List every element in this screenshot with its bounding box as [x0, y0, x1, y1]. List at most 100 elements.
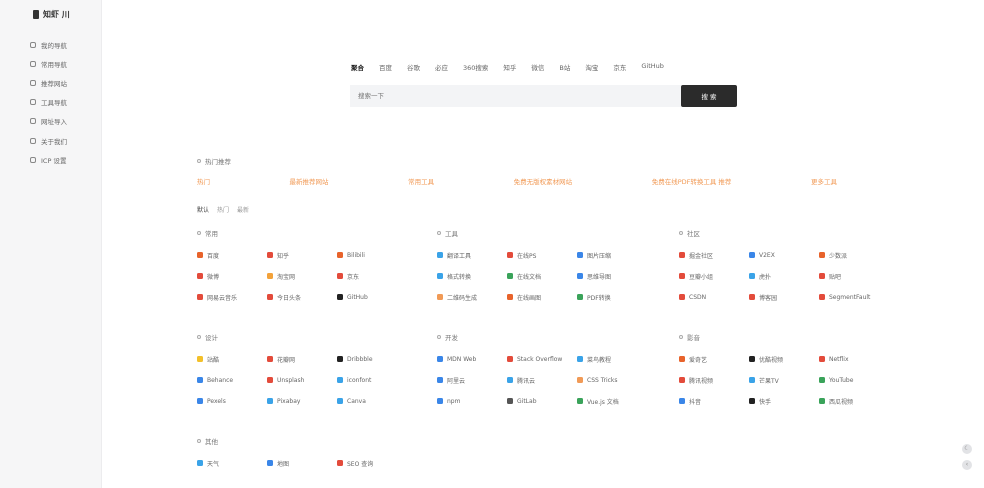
site-link[interactable]: 百度: [197, 250, 267, 260]
site-link-label: 格式转换: [447, 273, 472, 281]
site-link[interactable]: 腾讯视频: [679, 375, 749, 385]
site-link[interactable]: 知乎: [267, 250, 337, 260]
sidebar-item-icp[interactable]: ICP 设置: [30, 150, 67, 169]
hot-link[interactable]: 热门: [197, 176, 210, 186]
tab-engine[interactable]: 360搜索: [463, 62, 488, 72]
site-link[interactable]: 阿里云: [437, 375, 507, 385]
site-link[interactable]: 贴吧: [819, 271, 899, 281]
site-link[interactable]: Netflix: [819, 354, 899, 364]
site-link[interactable]: npm: [437, 396, 507, 406]
site-link[interactable]: 虎扑: [749, 271, 819, 281]
filter-new[interactable]: 最新: [237, 205, 249, 214]
site-link[interactable]: 二维码生成: [437, 292, 507, 302]
tool-icon: [30, 99, 36, 106]
site-link[interactable]: 在线PS: [507, 250, 577, 260]
hot-link[interactable]: 更多工具: [811, 176, 837, 186]
site-link[interactable]: 京东: [337, 271, 417, 281]
tab-engine[interactable]: 知乎: [503, 62, 516, 72]
filter-default[interactable]: 默认: [197, 205, 209, 214]
site-link[interactable]: 图片压缩: [577, 250, 657, 260]
site-link[interactable]: 菜鸟教程: [577, 354, 657, 364]
site-link[interactable]: Unsplash: [267, 375, 337, 385]
tab-engine[interactable]: 百度: [379, 62, 392, 72]
site-link[interactable]: 爱奇艺: [679, 354, 749, 364]
site-link[interactable]: Dribbble: [337, 354, 417, 364]
site-link[interactable]: 花瓣网: [267, 354, 337, 364]
site-link[interactable]: 少数派: [819, 250, 899, 260]
sidebar-item-import[interactable]: 网址导入: [30, 112, 67, 131]
site-link[interactable]: V2EX: [749, 250, 819, 260]
site-link[interactable]: 优酷视频: [749, 354, 819, 364]
hot-link[interactable]: 免费无版权素材网站: [514, 176, 573, 186]
site-link[interactable]: Behance: [197, 375, 267, 385]
site-link[interactable]: GitLab: [507, 396, 577, 406]
site-link[interactable]: 格式转换: [437, 271, 507, 281]
site-link[interactable]: GitHub: [337, 292, 417, 302]
site-link[interactable]: Vue.js 文档: [577, 396, 657, 406]
site-link[interactable]: 淘宝网: [267, 271, 337, 281]
group-title-label: 设计: [205, 334, 218, 342]
site-link[interactable]: 豆瓣小组: [679, 271, 749, 281]
tab-engine[interactable]: 淘宝: [585, 62, 598, 72]
site-link[interactable]: CSS Tricks: [577, 375, 657, 385]
sidebar-item-common[interactable]: 常用导航: [30, 54, 67, 73]
site-link[interactable]: 掘金社区: [679, 250, 749, 260]
site-link[interactable]: 博客园: [749, 292, 819, 302]
site-link[interactable]: 快手: [749, 396, 819, 406]
site-link[interactable]: 微博: [197, 271, 267, 281]
tab-engine[interactable]: 京东: [613, 62, 626, 72]
site-link[interactable]: 抖音: [679, 396, 749, 406]
site-link[interactable]: MDN Web: [437, 354, 507, 364]
site-link-label: 虎扑: [759, 273, 772, 281]
site-link[interactable]: 腾讯云: [507, 375, 577, 385]
site-link[interactable]: SegmentFault: [819, 292, 899, 302]
site-link[interactable]: 网易云音乐: [197, 292, 267, 302]
site-link[interactable]: 思维导图: [577, 271, 657, 281]
site-link[interactable]: 西瓜视频: [819, 396, 899, 406]
search-button[interactable]: 搜 索: [681, 85, 737, 107]
sidebar-item-recommend[interactable]: 推荐网站: [30, 73, 67, 92]
site-link[interactable]: iconfont: [337, 375, 417, 385]
site-grid: MDN Web Stack Overflow 菜鸟教程阿里云 腾讯云 CSS Trick…: [437, 354, 667, 406]
theme-toggle-icon[interactable]: ☾: [962, 444, 972, 454]
site-link[interactable]: Pexels: [197, 396, 267, 406]
site-favicon-icon: [577, 252, 583, 258]
search-input[interactable]: [350, 85, 681, 107]
site-link[interactable]: 在线文档: [507, 271, 577, 281]
site-grid: 天气 地图 SEO 查询: [197, 458, 427, 468]
tab-engine[interactable]: 微信: [531, 62, 544, 72]
sidebar-item-mine[interactable]: 我的导航: [30, 35, 67, 54]
back-to-top-icon[interactable]: ‹: [962, 460, 972, 470]
filter-hot[interactable]: 热门: [217, 205, 229, 214]
hot-link[interactable]: 最新推荐网站: [290, 176, 329, 186]
site-favicon-icon: [267, 294, 273, 300]
site-link[interactable]: 天气: [197, 458, 267, 468]
sidebar-item-tools[interactable]: 工具导航: [30, 93, 67, 112]
site-link[interactable]: 翻译工具: [437, 250, 507, 260]
site-link[interactable]: YouTube: [819, 375, 899, 385]
tab-engine[interactable]: 谷歌: [407, 62, 420, 72]
site-link[interactable]: 在线画图: [507, 292, 577, 302]
site-link[interactable]: SEO 查询: [337, 458, 417, 468]
brand[interactable]: 知虾 川: [33, 9, 70, 20]
tab-engine[interactable]: 必应: [435, 62, 448, 72]
site-favicon-icon: [679, 252, 685, 258]
site-link[interactable]: Pixabay: [267, 396, 337, 406]
tab-engine[interactable]: GitHub: [641, 62, 664, 72]
sidebar-item-about[interactable]: 关于我们: [30, 131, 67, 150]
site-link-label: 爱奇艺: [689, 356, 708, 364]
site-link[interactable]: 站酷: [197, 354, 267, 364]
site-link[interactable]: 今日头条: [267, 292, 337, 302]
site-link[interactable]: PDF转换: [577, 292, 657, 302]
site-link[interactable]: CSDN: [679, 292, 749, 302]
site-link[interactable]: Bilibili: [337, 250, 417, 260]
hot-link[interactable]: 常用工具: [408, 176, 434, 186]
site-link[interactable]: Stack Overflow: [507, 354, 577, 364]
site-link-label: Dribbble: [347, 355, 373, 363]
site-link[interactable]: Canva: [337, 396, 417, 406]
tab-engine[interactable]: 聚合: [351, 62, 364, 72]
site-link[interactable]: 芒果TV: [749, 375, 819, 385]
site-link[interactable]: 地图: [267, 458, 337, 468]
tab-engine[interactable]: B站: [559, 62, 570, 72]
hot-link[interactable]: 免费在线PDF转换工具 推荐: [652, 176, 732, 186]
